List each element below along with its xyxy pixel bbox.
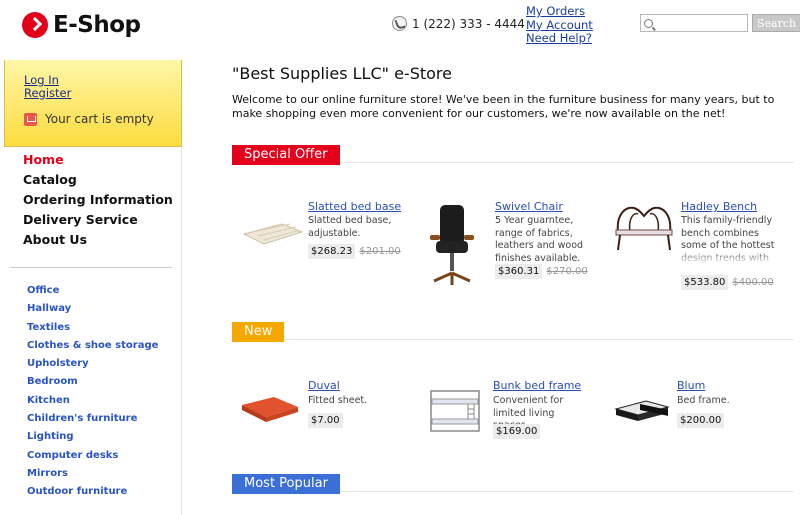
nav-item-about-us[interactable]: About Us xyxy=(23,230,173,250)
section-tab-new: New xyxy=(232,322,285,342)
category-link[interactable]: Mirrors xyxy=(27,465,158,483)
product-description: Slatted bed base, adjustable. xyxy=(308,215,392,239)
product-prices: $200.00 xyxy=(677,413,725,428)
category-link[interactable]: Kitchen xyxy=(27,392,158,410)
need-help-link[interactable]: Need Help? xyxy=(526,31,593,46)
bed-base-image[interactable] xyxy=(242,222,304,246)
product-name-link[interactable]: Bunk bed frame xyxy=(493,379,581,392)
cart-icon xyxy=(24,112,37,126)
nav-item-home[interactable]: Home xyxy=(23,150,173,170)
product-price: $268.23 xyxy=(308,244,356,259)
product-description: This family-friendly bench combines some… xyxy=(681,215,775,264)
search-input[interactable] xyxy=(656,17,744,29)
product-price: $169.00 xyxy=(493,424,541,439)
search-button[interactable]: Search xyxy=(752,14,800,32)
sidebar: Log In Register Your cart is empty Home … xyxy=(0,60,182,515)
page-title: "Best Supplies LLC" e-Store xyxy=(232,64,452,83)
search-form: Search xyxy=(640,14,800,32)
category-link[interactable]: Lighting xyxy=(27,428,158,446)
account-links: My Orders My Account Need Help? xyxy=(526,4,593,46)
product-price: $360.31 xyxy=(495,264,543,279)
my-orders-link[interactable]: My Orders xyxy=(526,4,593,19)
category-nav: Office Hallway Textiles Clothes & shoe s… xyxy=(27,282,158,502)
category-link[interactable]: Textiles xyxy=(27,319,158,337)
nav-item-ordering-information[interactable]: Ordering Information xyxy=(23,190,173,210)
main-nav: Home Catalog Ordering Information Delive… xyxy=(23,150,173,250)
sidebar-divider xyxy=(10,267,172,268)
product-name-link[interactable]: Blum xyxy=(677,379,705,392)
nav-item-delivery-service[interactable]: Delivery Service xyxy=(23,210,173,230)
section-new: New xyxy=(232,320,794,342)
nav-item-catalog[interactable]: Catalog xyxy=(23,170,173,190)
product-prices: $268.23 $201.00 xyxy=(308,244,401,259)
search-icon xyxy=(644,18,653,28)
category-link[interactable]: Office xyxy=(27,282,158,300)
product-description: 5 Year guarntee, range of fabrics, leath… xyxy=(495,215,584,264)
welcome-text: Welcome to our online furniture store! W… xyxy=(232,93,775,120)
cart-label: Your cart is empty xyxy=(45,112,154,126)
product-old-price: $400.00 xyxy=(732,277,774,288)
product-name-link[interactable]: Hadley Bench xyxy=(681,200,757,213)
search-box xyxy=(640,14,748,32)
logo-text: E-Shop xyxy=(53,12,141,38)
product-name-link[interactable]: Swivel Chair xyxy=(495,200,563,213)
product-prices: $169.00 xyxy=(493,424,541,439)
phone-icon xyxy=(392,16,407,31)
my-account-link[interactable]: My Account xyxy=(526,18,593,33)
category-link[interactable]: Clothes & shoe storage xyxy=(27,337,158,355)
product-old-price: $201.00 xyxy=(359,246,401,257)
category-link[interactable]: Children's furniture xyxy=(27,410,158,428)
category-link[interactable]: Upholstery xyxy=(27,355,158,373)
phone-number: 1 (222) 333 - 4444 xyxy=(412,16,525,31)
category-link[interactable]: Hallway xyxy=(27,300,158,318)
product-name-link[interactable]: Slatted bed base xyxy=(308,200,401,213)
product-prices: $360.31 $270.00 xyxy=(495,264,588,279)
product-price: $7.00 xyxy=(308,413,343,428)
phone-contact: 1 (222) 333 - 4444 xyxy=(392,16,525,31)
category-link[interactable]: Computer desks xyxy=(27,447,158,465)
user-box: Log In Register Your cart is empty xyxy=(4,60,182,147)
cart-status[interactable]: Your cart is empty xyxy=(24,112,154,126)
product-description: Bed frame. xyxy=(677,395,730,406)
bed-frame-image[interactable] xyxy=(612,397,670,423)
product-description: Fitted sheet. xyxy=(308,395,368,406)
swivel-chair-image[interactable] xyxy=(426,203,480,289)
bunk-bed-image[interactable] xyxy=(428,389,482,433)
login-link[interactable]: Log In xyxy=(24,73,59,87)
product-price: $533.80 xyxy=(681,275,729,290)
section-tab-most-popular: Most Popular xyxy=(232,474,340,494)
product-old-price: $270.00 xyxy=(546,266,588,277)
section-tab-special-offer: Special Offer xyxy=(232,145,340,165)
product-price: $200.00 xyxy=(677,413,725,428)
register-link[interactable]: Register xyxy=(24,86,71,100)
category-link[interactable]: Outdoor furniture xyxy=(27,483,158,501)
product-name-link[interactable]: Duval xyxy=(308,379,340,392)
bench-image[interactable] xyxy=(612,204,676,252)
category-link[interactable]: Bedroom xyxy=(27,373,158,391)
section-special-offer: Special Offer xyxy=(232,143,794,165)
logo-arrow-icon xyxy=(22,12,48,38)
logo[interactable]: E-Shop xyxy=(22,12,141,38)
product-prices: $7.00 xyxy=(308,413,343,428)
sheet-image[interactable] xyxy=(240,395,300,423)
section-most-popular: Most Popular xyxy=(232,472,794,494)
product-prices: $533.80 $400.00 xyxy=(681,275,774,290)
